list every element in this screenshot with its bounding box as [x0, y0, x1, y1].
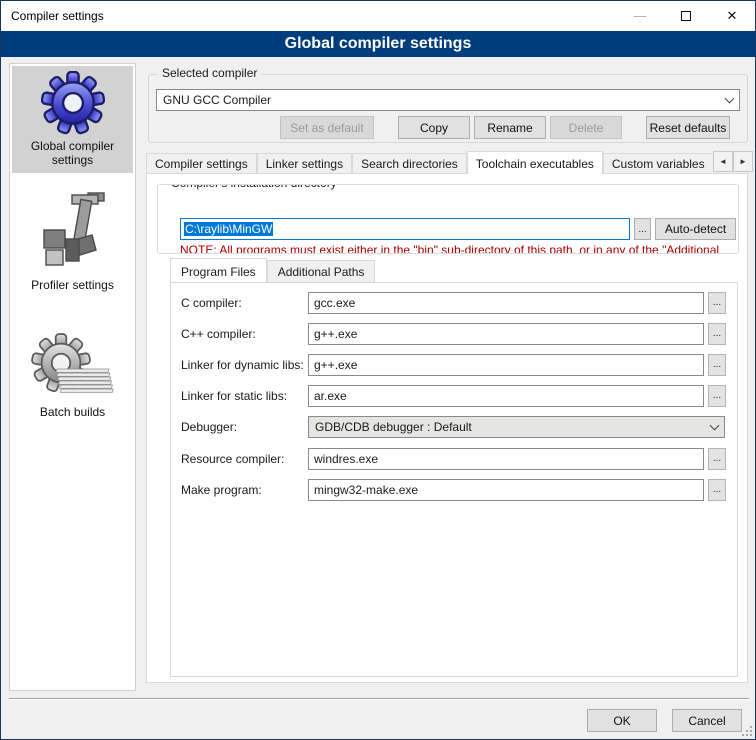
tab-additional-paths[interactable]: Additional Paths: [267, 260, 376, 282]
tab-program-files[interactable]: Program Files: [170, 258, 267, 282]
installation-directory-legend: Compiler's installation directory: [167, 184, 341, 190]
tab-compiler-settings[interactable]: Compiler settings: [146, 153, 257, 174]
toolchain-executables-page: Compiler's installation directory C:\ray…: [146, 173, 748, 683]
compiler-settings-window: Compiler settings — ✕ Global compiler se…: [0, 0, 756, 740]
program-files-tab-strip: Program Files Additional Paths: [170, 260, 375, 282]
c-compiler-label: C compiler:: [181, 296, 242, 310]
linker-static-label: Linker for static libs:: [181, 389, 287, 403]
window-controls: — ✕: [617, 1, 755, 31]
arrow-right-icon: ►: [739, 157, 747, 166]
linker-static-browse-button[interactable]: ...: [708, 385, 726, 407]
global-compiler-settings-gear-icon: [41, 71, 105, 135]
c-compiler-value: gcc.exe: [314, 296, 355, 310]
make-program-value: mingw32-make.exe: [314, 483, 418, 497]
maximize-button[interactable]: [663, 1, 709, 31]
field-row: Debugger: GDB/CDB debugger : Default: [171, 416, 737, 438]
selected-compiler-group: Selected compiler GNU GCC Compiler Set a…: [148, 74, 748, 143]
field-row: C compiler: gcc.exe ...: [171, 292, 737, 314]
c-compiler-input[interactable]: gcc.exe: [308, 292, 704, 314]
profiler-settings-caliper-icon: [36, 192, 110, 274]
tab-scroll-right-button[interactable]: ►: [733, 151, 753, 172]
arrow-left-icon: ◄: [719, 157, 727, 166]
sidebar-item-label: Global compiler settings: [14, 139, 131, 167]
compiler-select-value: GNU GCC Compiler: [163, 93, 726, 107]
title-bar: Compiler settings — ✕: [1, 1, 755, 31]
installation-directory-note: NOTE: All programs must exist either in …: [180, 243, 738, 254]
field-row: Linker for static libs: ar.exe ...: [171, 385, 737, 407]
linker-dynamic-value: g++.exe: [314, 358, 357, 372]
sidebar-item-profiler-settings[interactable]: Profiler settings: [12, 187, 133, 298]
linker-dynamic-browse-button[interactable]: ...: [708, 354, 726, 376]
c-compiler-browse-button[interactable]: ...: [708, 292, 726, 314]
selected-compiler-legend: Selected compiler: [158, 66, 261, 80]
footer-divider: [9, 698, 749, 700]
chevron-down-icon: [710, 420, 720, 430]
cpp-compiler-value: g++.exe: [314, 327, 357, 341]
tab-toolchain-executables[interactable]: Toolchain executables: [467, 151, 603, 174]
maximize-icon: [681, 11, 691, 21]
cancel-button[interactable]: Cancel: [672, 709, 742, 732]
sidebar-item-label: Batch builds: [40, 405, 105, 419]
installation-directory-group: Compiler's installation directory C:\ray…: [157, 184, 739, 254]
make-program-browse-button[interactable]: ...: [708, 479, 726, 501]
chevron-down-icon: [725, 93, 735, 103]
cpp-compiler-browse-button[interactable]: ...: [708, 323, 726, 345]
delete-button[interactable]: Delete: [550, 116, 622, 139]
minimize-button[interactable]: —: [617, 1, 663, 31]
resize-grip-icon[interactable]: [742, 726, 752, 736]
program-files-page: C compiler: gcc.exe ... C++ compiler: g+…: [170, 282, 738, 677]
tab-custom-variables[interactable]: Custom variables: [603, 153, 712, 174]
linker-dynamic-label: Linker for dynamic libs:: [181, 358, 304, 372]
field-row: Linker for dynamic libs: g++.exe ...: [171, 354, 737, 376]
close-icon: ✕: [727, 8, 738, 24]
debugger-label: Debugger:: [181, 420, 237, 434]
resource-compiler-label: Resource compiler:: [181, 452, 284, 466]
tab-linker-settings[interactable]: Linker settings: [257, 153, 352, 174]
field-row: Make program: mingw32-make.exe ...: [171, 479, 737, 501]
dialog-header: Global compiler settings: [1, 31, 755, 57]
installation-directory-input[interactable]: C:\raylib\MinGW: [180, 218, 630, 240]
installation-directory-value: C:\raylib\MinGW: [184, 222, 273, 236]
cpp-compiler-label: C++ compiler:: [181, 327, 256, 341]
copy-button[interactable]: Copy: [398, 116, 470, 139]
sidebar-item-label: Profiler settings: [31, 278, 114, 292]
linker-dynamic-input[interactable]: g++.exe: [308, 354, 704, 376]
make-program-label: Make program:: [181, 483, 262, 497]
resource-compiler-input[interactable]: windres.exe: [308, 448, 704, 470]
ok-button[interactable]: OK: [587, 709, 657, 732]
batch-builds-gear-icon: [29, 333, 117, 401]
tab-scroll-left-button[interactable]: ◄: [713, 151, 733, 172]
rename-button[interactable]: Rename: [474, 116, 546, 139]
cpp-compiler-input[interactable]: g++.exe: [308, 323, 704, 345]
compiler-tab-strip: Compiler settings Linker settings Search…: [146, 151, 712, 174]
auto-detect-button[interactable]: Auto-detect: [655, 218, 736, 240]
minimize-icon: —: [634, 1, 647, 31]
resource-compiler-browse-button[interactable]: ...: [708, 448, 726, 470]
make-program-input[interactable]: mingw32-make.exe: [308, 479, 704, 501]
debugger-select[interactable]: GDB/CDB debugger : Default: [308, 416, 725, 438]
tab-search-directories[interactable]: Search directories: [352, 153, 467, 174]
tab-scroll-controls: ◄ ►: [713, 151, 753, 172]
field-row: C++ compiler: g++.exe ...: [171, 323, 737, 345]
dialog-header-title: Global compiler settings: [285, 35, 472, 52]
sidebar-item-global-compiler-settings[interactable]: Global compiler settings: [12, 66, 133, 173]
linker-static-value: ar.exe: [314, 389, 347, 403]
compiler-select[interactable]: GNU GCC Compiler: [156, 89, 740, 111]
window-title: Compiler settings: [11, 9, 104, 23]
reset-defaults-button[interactable]: Reset defaults: [646, 116, 730, 139]
debugger-value: GDB/CDB debugger : Default: [315, 420, 711, 434]
linker-static-input[interactable]: ar.exe: [308, 385, 704, 407]
set-as-default-button[interactable]: Set as default: [280, 116, 374, 139]
settings-sidebar: Global compiler settings Profiler settin…: [9, 63, 136, 691]
sidebar-item-batch-builds[interactable]: Batch builds: [12, 328, 133, 425]
field-row: Resource compiler: windres.exe ...: [171, 448, 737, 470]
installation-directory-browse-button[interactable]: ...: [634, 218, 651, 240]
close-button[interactable]: ✕: [709, 1, 755, 31]
resource-compiler-value: windres.exe: [314, 452, 378, 466]
